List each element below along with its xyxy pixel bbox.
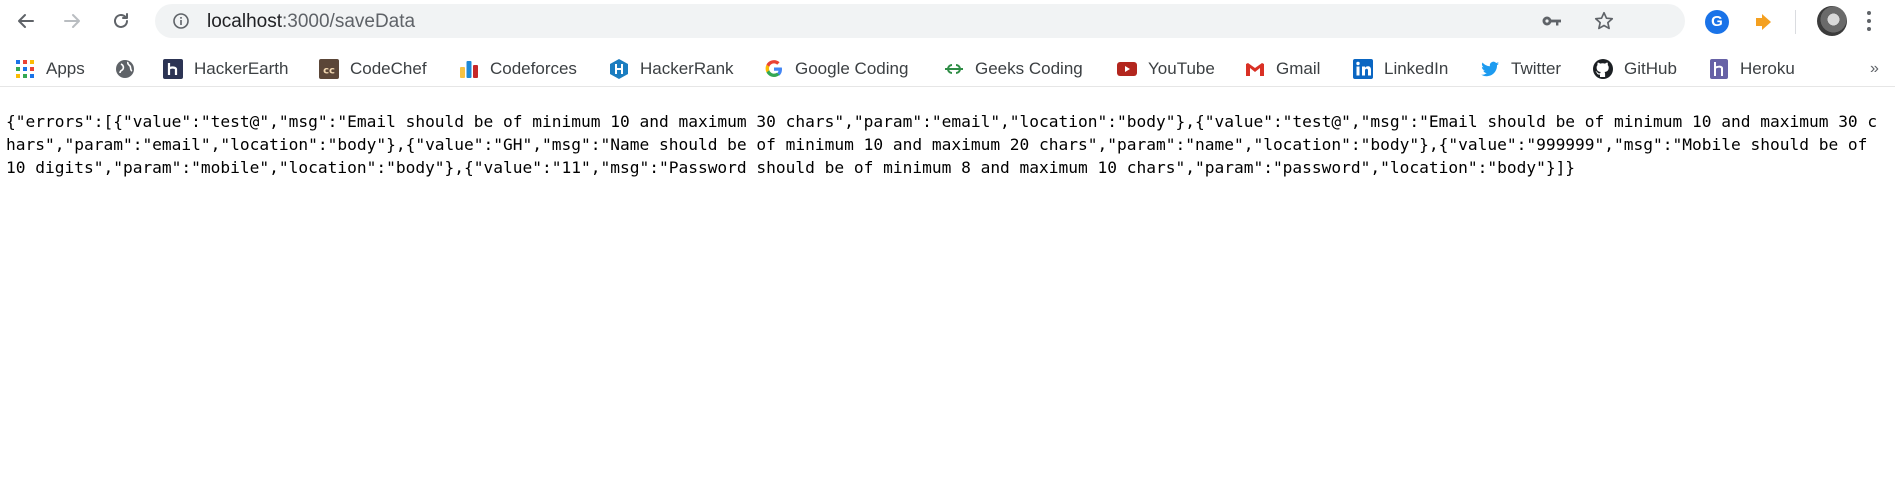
- bookmark-label: Gmail: [1276, 59, 1321, 78]
- linkedin-icon: [1353, 59, 1373, 79]
- bookmark-label: YouTube: [1148, 59, 1215, 78]
- bookmark-twitter[interactable]: Twitter: [1479, 56, 1561, 82]
- bookmark-label: Codeforces: [490, 59, 577, 78]
- bookmark-label: LinkedIn: [1384, 59, 1449, 78]
- info-icon[interactable]: [173, 13, 189, 29]
- forward-button[interactable]: [57, 6, 87, 36]
- reload-icon: [114, 13, 128, 28]
- google-icon: [765, 60, 782, 77]
- menu-dots-icon[interactable]: [1865, 8, 1873, 34]
- address-bar[interactable]: localhost:3000/saveData: [155, 4, 1685, 38]
- bookmark-apps[interactable]: Apps: [14, 56, 85, 82]
- arrow-right-icon: [64, 14, 80, 28]
- heroku-icon: [1710, 59, 1728, 79]
- bookmark-geeks-coding[interactable]: Geeks Coding: [943, 56, 1083, 82]
- bookmark-label: HackerEarth: [194, 59, 289, 78]
- bookmark-heroku[interactable]: Heroku: [1708, 56, 1795, 82]
- grammarly-extension-icon[interactable]: G: [1705, 10, 1729, 34]
- bookmark-hackerrank[interactable]: HackerRank: [608, 56, 734, 82]
- github-icon: [1593, 59, 1613, 79]
- bookmarks-bar: Apps HackerEarth cc CodeChef Codeforces: [0, 52, 1895, 87]
- bookmark-gmail[interactable]: Gmail: [1244, 56, 1320, 82]
- more-bookmarks-chevron-icon[interactable]: »: [1870, 60, 1879, 78]
- bookmark-label: Apps: [46, 59, 85, 78]
- gmail-icon: [1246, 63, 1264, 76]
- globe-icon: [116, 60, 134, 78]
- codeforces-icon: [460, 61, 478, 78]
- back-button[interactable]: [11, 6, 41, 36]
- key-icon[interactable]: [1541, 11, 1563, 31]
- bookmark-codechef[interactable]: cc CodeChef: [318, 56, 427, 82]
- url-text[interactable]: localhost:3000/saveData: [207, 12, 415, 31]
- toolbar-separator: [1795, 10, 1796, 34]
- bookmark-linkedin[interactable]: LinkedIn: [1352, 56, 1448, 82]
- hackerrank-icon: [610, 59, 628, 79]
- twitter-icon: [1481, 61, 1499, 77]
- reload-button[interactable]: [106, 6, 136, 36]
- bookmark-hackerearth[interactable]: HackerEarth: [162, 56, 288, 82]
- bookmark-label: Google Coding: [795, 59, 909, 78]
- bookmark-github[interactable]: GitHub: [1592, 56, 1677, 82]
- bookmark-google-coding[interactable]: Google Coding: [763, 56, 908, 82]
- bookmark-label: Geeks Coding: [975, 59, 1083, 78]
- bookmark-label: HackerRank: [640, 59, 734, 78]
- bookmark-label: CodeChef: [350, 59, 427, 78]
- bookmark-codeforces[interactable]: Codeforces: [458, 56, 577, 82]
- bookmark-label: Twitter: [1511, 59, 1562, 78]
- codechef-icon: cc: [319, 59, 339, 79]
- arrow-left-icon: [18, 14, 34, 28]
- browser-toolbar: localhost:3000/saveData G: [0, 0, 1895, 42]
- bookmark-globe[interactable]: [114, 56, 146, 82]
- json-response-body: {"errors":[{"value":"test@","msg":"Email…: [6, 112, 1878, 177]
- bookmark-label: Heroku: [1740, 59, 1795, 78]
- geeksforgeeks-icon: [945, 64, 963, 74]
- extension-arrow-icon[interactable]: [1752, 10, 1776, 34]
- bookmark-label: GitHub: [1624, 59, 1677, 78]
- apps-grid-icon: [16, 60, 34, 78]
- hackerearth-icon: [163, 59, 183, 79]
- bookmark-youtube[interactable]: YouTube: [1116, 56, 1215, 82]
- youtube-icon: [1117, 62, 1137, 76]
- url-host: localhost: [207, 11, 282, 32]
- svg-text:cc: cc: [323, 66, 335, 77]
- url-path: :3000/saveData: [282, 11, 416, 32]
- profile-avatar[interactable]: [1817, 6, 1847, 36]
- bookmark-star-icon[interactable]: [1593, 10, 1615, 32]
